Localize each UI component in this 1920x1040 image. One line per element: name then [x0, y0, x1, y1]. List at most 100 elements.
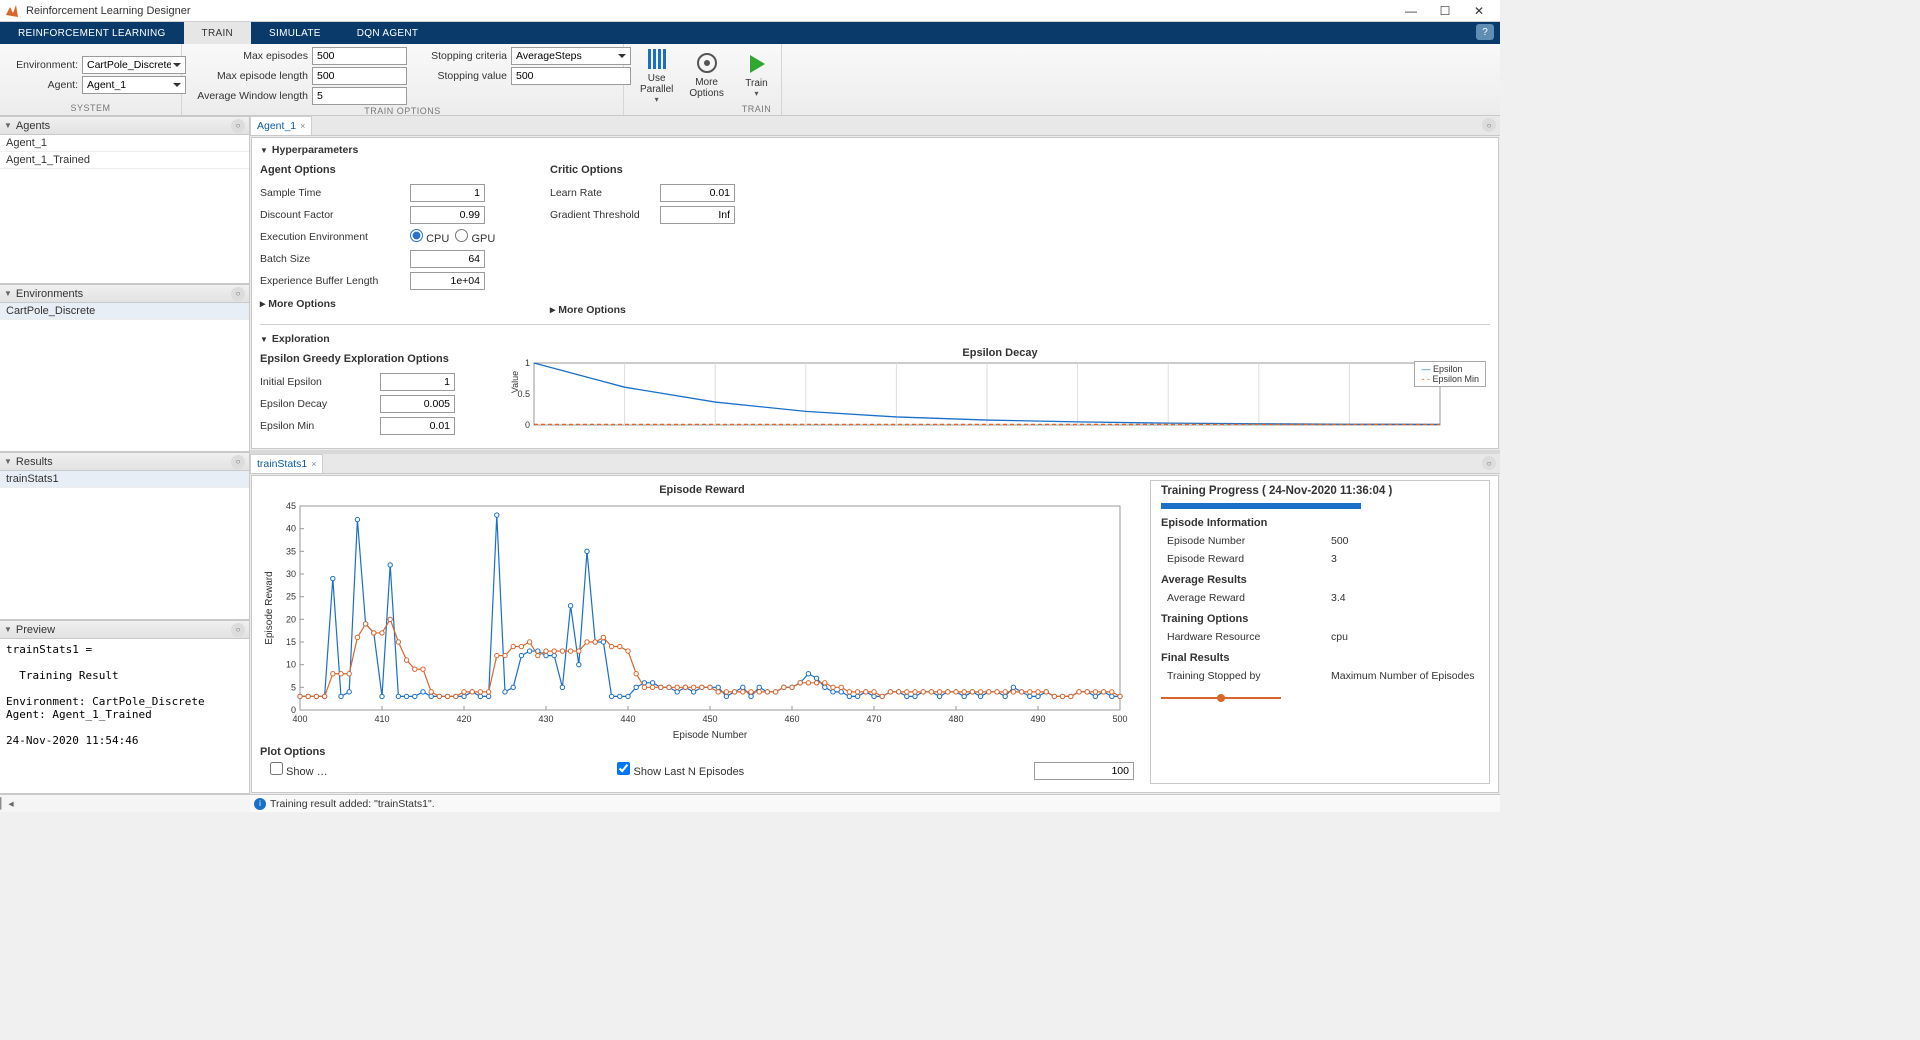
play-icon: [745, 52, 769, 76]
last-n-input[interactable]: [1034, 762, 1134, 780]
svg-text:Episode Reward: Episode Reward: [264, 571, 275, 644]
cpu-radio[interactable]: CPU: [410, 229, 449, 245]
gear-icon: [695, 51, 719, 75]
trainstats-tab[interactable]: trainStats1×: [250, 454, 323, 473]
agent-options-head: Agent Options: [260, 164, 510, 176]
stopping-criteria-select[interactable]: [511, 47, 631, 65]
initial-epsilon-input[interactable]: [380, 373, 455, 391]
svg-text:450: 450: [702, 714, 717, 724]
show-episode-q0-checkbox[interactable]: Show …: [270, 762, 328, 780]
svg-text:0: 0: [525, 420, 530, 430]
svg-text:480: 480: [948, 714, 963, 724]
epsilon-decay-chart: 00.51: [510, 359, 1450, 439]
window-title: Reinforcement Learning Designer: [26, 5, 1394, 17]
epsilon-legend: — Epsilon - - Epsilon Min: [1414, 361, 1486, 387]
epsilon-decay-chart-title: Epsilon Decay: [510, 347, 1490, 359]
right-column: Agent_1× ○ ▼Hyperparameters Agent Option…: [250, 116, 1500, 794]
close-icon[interactable]: ○: [231, 119, 245, 133]
max-episodes-label: Max episodes: [190, 50, 308, 62]
agent-select[interactable]: [82, 76, 186, 94]
environment-select[interactable]: [82, 56, 186, 74]
svg-text:490: 490: [1030, 714, 1045, 724]
agent-more-options[interactable]: More Options: [260, 298, 510, 310]
max-episode-length-label: Max episode length: [190, 70, 308, 82]
show-last-n-checkbox[interactable]: Show Last N Episodes: [617, 762, 744, 780]
svg-text:420: 420: [456, 714, 471, 724]
svg-text:35: 35: [286, 546, 296, 556]
epsilon-decay-input[interactable]: [380, 395, 455, 413]
exp-buffer-input[interactable]: [410, 272, 485, 290]
toolstrip: Environment: Agent: SYSTEM Max episodes …: [0, 44, 1500, 116]
svg-text:30: 30: [286, 569, 296, 579]
use-parallel-button[interactable]: Use Parallel: [632, 46, 681, 104]
preview-panel-header[interactable]: ▼Preview○: [0, 621, 249, 639]
minimize-button[interactable]: —: [1394, 0, 1428, 22]
close-button[interactable]: ✕: [1462, 0, 1496, 22]
svg-text:25: 25: [286, 592, 296, 602]
exploration-head[interactable]: Exploration: [272, 333, 330, 345]
close-icon[interactable]: ○: [231, 455, 245, 469]
svg-text:430: 430: [538, 714, 553, 724]
stopping-value-label: Stopping value: [417, 70, 507, 82]
batch-size-input[interactable]: [410, 250, 485, 268]
pane-close-icon[interactable]: ○: [1482, 456, 1496, 470]
svg-text:Episode Number: Episode Number: [673, 730, 748, 740]
stopping-criteria-label: Stopping criteria: [417, 50, 507, 62]
svg-text:45: 45: [286, 501, 296, 511]
agent-list-item[interactable]: Agent_1: [0, 135, 249, 152]
env-list-item[interactable]: CartPole_Discrete: [0, 303, 249, 320]
agent-label: Agent:: [8, 79, 78, 91]
max-episodes-input[interactable]: [312, 47, 407, 65]
environments-panel-header[interactable]: ▼Environments○: [0, 285, 249, 303]
svg-text:10: 10: [286, 660, 296, 670]
left-column: ▼Agents○ Agent_1 Agent_1_Trained ▼Enviro…: [0, 116, 250, 794]
maximize-button[interactable]: ☐: [1428, 0, 1462, 22]
svg-text:460: 460: [784, 714, 799, 724]
tab-train[interactable]: TRAIN: [184, 22, 252, 44]
help-button[interactable]: ?: [1476, 24, 1494, 40]
training-progress-title: Training Progress ( 24-Nov-2020 11:36:04…: [1161, 485, 1479, 497]
sample-time-input[interactable]: [410, 184, 485, 202]
plot-options-head: Plot Options: [260, 746, 1144, 758]
info-icon: i: [254, 798, 266, 810]
learn-rate-input[interactable]: [660, 184, 735, 202]
pane-close-icon[interactable]: ○: [1482, 118, 1496, 132]
svg-text:5: 5: [291, 682, 296, 692]
agent-doc-body: ▼Hyperparameters Agent Options Sample Ti…: [251, 137, 1499, 449]
critic-more-options[interactable]: More Options: [550, 304, 800, 316]
close-icon[interactable]: ○: [231, 287, 245, 301]
train-doc-tabs: trainStats1× ○: [250, 454, 1500, 474]
agent-doc-tabs: Agent_1× ○: [250, 116, 1500, 136]
tab-reinforcement-learning[interactable]: REINFORCEMENT LEARNING: [0, 22, 184, 44]
svg-text:1: 1: [525, 359, 530, 368]
gpu-radio[interactable]: GPU: [455, 229, 495, 245]
slider[interactable]: [1161, 693, 1281, 703]
gradient-threshold-input[interactable]: [660, 206, 735, 224]
scroll-left-icon[interactable]: ▏◂: [0, 798, 14, 810]
svg-text:400: 400: [292, 714, 307, 724]
avg-window-input[interactable]: [312, 87, 407, 105]
main-area: ▼Agents○ Agent_1 Agent_1_Trained ▼Enviro…: [0, 116, 1500, 794]
svg-text:470: 470: [866, 714, 881, 724]
svg-text:40: 40: [286, 524, 296, 534]
train-button[interactable]: Train: [737, 46, 777, 104]
epsilon-min-input[interactable]: [380, 417, 455, 435]
agent-doc-tab[interactable]: Agent_1×: [250, 116, 312, 135]
more-options-button[interactable]: More Options: [681, 46, 731, 104]
stopping-value-input[interactable]: [511, 67, 631, 85]
discount-factor-input[interactable]: [410, 206, 485, 224]
agent-list-item[interactable]: Agent_1_Trained: [0, 152, 249, 169]
eps-options-head: Epsilon Greedy Exploration Options: [260, 353, 490, 365]
svg-text:15: 15: [286, 637, 296, 647]
max-episode-length-input[interactable]: [312, 67, 407, 85]
tab-dqn-agent[interactable]: DQN AGENT: [339, 22, 437, 44]
agents-panel-header[interactable]: ▼Agents○: [0, 117, 249, 135]
hyperparameters-head[interactable]: Hyperparameters: [272, 144, 358, 156]
close-icon[interactable]: ○: [231, 623, 245, 637]
results-list-item[interactable]: trainStats1: [0, 471, 249, 488]
close-tab-icon[interactable]: ×: [311, 459, 316, 469]
avg-window-label: Average Window length: [190, 90, 308, 102]
close-tab-icon[interactable]: ×: [300, 121, 305, 131]
results-panel-header[interactable]: ▼Results○: [0, 453, 249, 471]
tab-simulate[interactable]: SIMULATE: [251, 22, 339, 44]
